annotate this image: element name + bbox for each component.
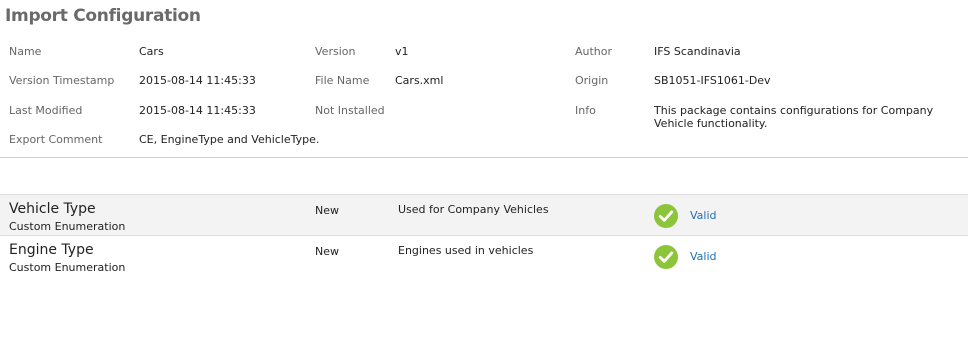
item-state: New [315, 204, 339, 217]
item-state: New [315, 245, 339, 258]
valid-link[interactable]: Valid [690, 209, 717, 222]
author-label: Author [575, 45, 613, 58]
version-label: Version [315, 45, 356, 58]
list-item[interactable]: Vehicle Type Custom Enumeration New Used… [0, 194, 968, 236]
item-description: Used for Company Vehicles [398, 203, 549, 216]
section-divider [0, 157, 968, 158]
version-timestamp-value: 2015-08-14 11:45:33 [139, 74, 256, 87]
version-timestamp-label: Version Timestamp [9, 74, 115, 87]
last-modified-value: 2015-08-14 11:45:33 [139, 104, 256, 117]
export-comment-value: CE, EngineType and VehicleType. [139, 133, 320, 146]
item-type: Custom Enumeration [9, 220, 126, 233]
item-name: Engine Type [9, 242, 94, 258]
item-name: Vehicle Type [9, 201, 96, 217]
item-description: Engines used in vehicles [398, 244, 534, 257]
version-value: v1 [395, 45, 409, 58]
info-value: This package contains configurations for… [654, 104, 934, 130]
check-circle-icon [654, 204, 678, 228]
name-label: Name [9, 45, 42, 58]
info-label: Info [575, 104, 596, 117]
item-type: Custom Enumeration [9, 261, 126, 274]
last-modified-label: Last Modified [9, 104, 83, 117]
origin-label: Origin [575, 74, 609, 87]
list-item[interactable]: Engine Type Custom Enumeration New Engin… [0, 236, 968, 278]
valid-link[interactable]: Valid [690, 250, 717, 263]
name-value: Cars [139, 45, 164, 58]
file-name-value: Cars.xml [395, 74, 444, 87]
origin-value: SB1051-IFS1061-Dev [654, 74, 771, 87]
file-name-label: File Name [315, 74, 370, 87]
check-circle-icon [654, 245, 678, 269]
author-value: IFS Scandinavia [654, 45, 741, 58]
not-installed-label: Not Installed [315, 104, 385, 117]
package-details: Name Cars Version v1 Author IFS Scandina… [0, 0, 968, 158]
export-comment-label: Export Comment [9, 133, 103, 146]
